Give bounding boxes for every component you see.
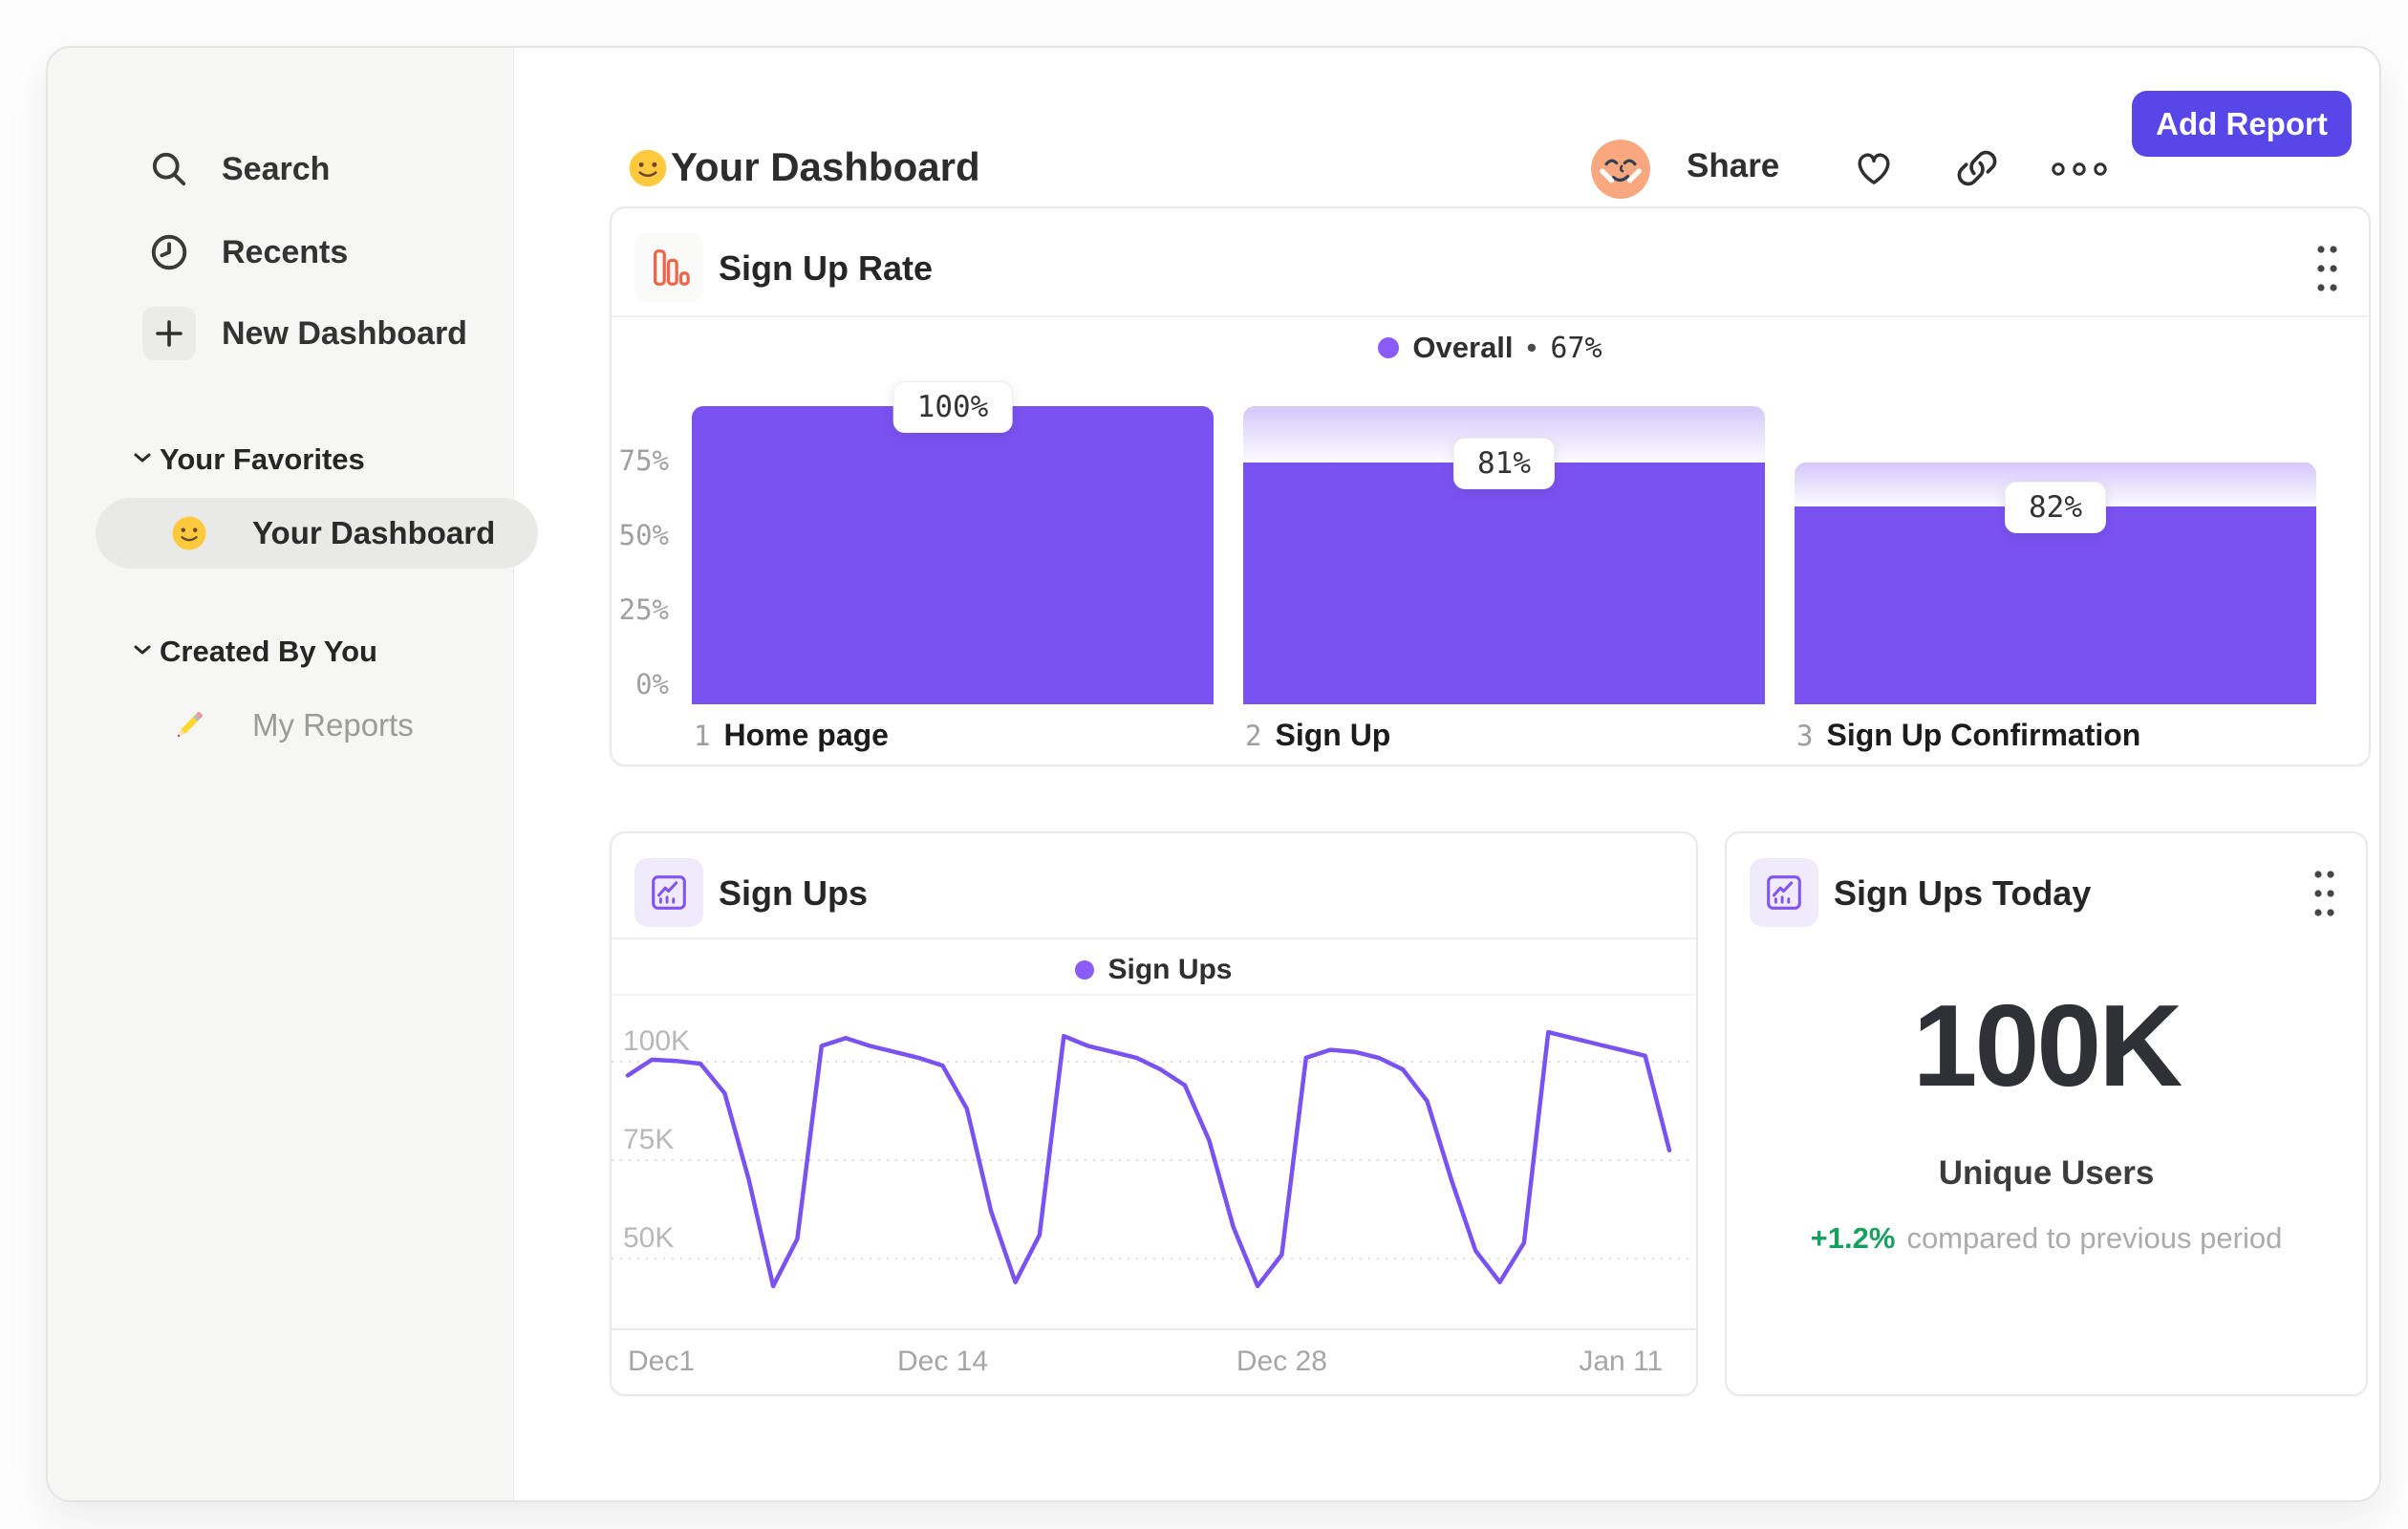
sidebar-item-label: Recents bbox=[222, 233, 349, 270]
sidebar-section-created-by-you[interactable]: Created By You bbox=[48, 625, 513, 678]
line-y-tick: 100K bbox=[623, 1025, 690, 1057]
sidebar: Search Recents New Dashboard Your Favori… bbox=[48, 48, 538, 1500]
favorite-heart-icon[interactable] bbox=[1849, 143, 1899, 198]
sidebar-section-your-favorites[interactable]: Your Favorites bbox=[48, 433, 513, 486]
more-options-icon[interactable] bbox=[2050, 157, 2109, 186]
funnel-bar-fill bbox=[1243, 463, 1765, 704]
x-axis-line bbox=[612, 1328, 1696, 1330]
sidebar-item-label: My Reports bbox=[252, 707, 414, 743]
metric-delta-row: +1.2% compared to previous period bbox=[1727, 1221, 2366, 1256]
funnel-bar[interactable] bbox=[692, 406, 1214, 704]
smiley-emoji-icon bbox=[627, 147, 669, 194]
sidebar-section-title: Created By You bbox=[160, 635, 377, 668]
line-x-tick: Dec1 bbox=[628, 1346, 696, 1377]
line-chart-icon bbox=[1750, 858, 1818, 927]
chevron-down-icon bbox=[132, 643, 153, 661]
funnel-bar-fill bbox=[692, 406, 1214, 704]
sidebar-item-search[interactable]: Search bbox=[48, 135, 513, 204]
sidebar-item-new-dashboard[interactable]: New Dashboard bbox=[48, 299, 513, 368]
funnel-step-name: Sign Up Confirmation bbox=[1826, 718, 2141, 752]
copy-link-icon[interactable] bbox=[1952, 143, 2002, 198]
drag-handle-icon[interactable] bbox=[2311, 866, 2337, 926]
line-chart-plot[interactable]: 100K 75K 50K bbox=[612, 996, 1692, 1330]
funnel-step-number: 3 bbox=[1796, 720, 1814, 752]
funnel-step-label: 1 Home page bbox=[694, 718, 889, 753]
sidebar-item-my-reports[interactable]: My Reports bbox=[96, 690, 538, 761]
metric-value: 100K bbox=[1912, 980, 2183, 1110]
funnel-value-label: 81% bbox=[1453, 438, 1555, 490]
search-icon bbox=[142, 142, 196, 196]
legend-dot bbox=[1075, 960, 1095, 980]
sidebar-item-label: Search bbox=[222, 150, 331, 187]
sidebar-item-recents[interactable]: Recents bbox=[48, 218, 513, 287]
sidebar-item-label: Your Dashboard bbox=[252, 515, 496, 550]
funnel-step-number: 1 bbox=[694, 720, 711, 752]
funnel-y-tick: 75% bbox=[618, 444, 669, 477]
line-chart-card: Sign Ups Sign Ups 100K 75K 50K Dec1 Dec 14 D… bbox=[610, 831, 1698, 1396]
line-y-tick: 50K bbox=[623, 1222, 674, 1254]
sidebar-item-label: New Dashboard bbox=[222, 314, 467, 352]
metric-label: Unique Users bbox=[1938, 1154, 2155, 1192]
funnel-step-label: 2 Sign Up bbox=[1245, 718, 1390, 753]
funnel-step-label: 3 Sign Up Confirmation bbox=[1796, 718, 2140, 753]
legend-label: Sign Ups bbox=[1107, 954, 1233, 985]
funnel-y-tick: 50% bbox=[618, 519, 669, 551]
page: Search Recents New Dashboard Your Favori… bbox=[0, 0, 2408, 1529]
sidebar-item-your-dashboard[interactable]: Your Dashboard bbox=[96, 498, 538, 569]
card-title: Sign Ups Today bbox=[1834, 873, 2092, 913]
funnel-plot: 75% 50% 25% 0% 100% 1 Home page 81% 2 Sign Up 82% 3… bbox=[612, 208, 2369, 764]
funnel-value-label: 82% bbox=[2005, 481, 2106, 533]
line-x-tick: Jan 11 bbox=[1579, 1346, 1664, 1377]
funnel-card: Sign Up Rate Overall • 67% 75% 50% 25% 0% 10… bbox=[610, 206, 2371, 766]
line-x-tick: Dec 14 bbox=[897, 1346, 989, 1377]
funnel-bar-fill bbox=[1795, 506, 2316, 704]
page-title: Your Dashboard bbox=[671, 144, 980, 189]
line-x-tick: Dec 28 bbox=[1236, 1346, 1327, 1377]
divider bbox=[612, 937, 1696, 939]
sidebar-section-title: Your Favorites bbox=[160, 442, 365, 476]
funnel-y-tick: 25% bbox=[618, 593, 669, 626]
user-avatar[interactable] bbox=[1590, 139, 1651, 205]
line-series[interactable] bbox=[625, 1029, 1672, 1289]
smiley-emoji-icon bbox=[170, 514, 208, 552]
main-content: Your Dashboard Share Add Report Sign Up … bbox=[513, 48, 2379, 1500]
card-title: Sign Ups bbox=[719, 873, 869, 913]
metric-card: Sign Ups Today 100K Unique Users +1.2% co… bbox=[1725, 831, 2368, 1396]
share-button[interactable]: Share bbox=[1687, 147, 1779, 185]
pencil-emoji-icon bbox=[170, 706, 208, 744]
add-report-button[interactable]: Add Report bbox=[2132, 91, 2352, 157]
funnel-step-name: Home page bbox=[723, 718, 889, 752]
metric-delta-note: compared to previous period bbox=[1906, 1221, 2283, 1255]
x-axis-labels: Dec1 Dec 14 Dec 28 Jan 11 bbox=[612, 1346, 1696, 1384]
app-window: Search Recents New Dashboard Your Favori… bbox=[46, 46, 2381, 1502]
chevron-down-icon bbox=[132, 451, 153, 469]
metric-delta: +1.2% bbox=[1810, 1221, 1896, 1255]
line-y-tick: 75K bbox=[623, 1124, 674, 1155]
funnel-step-name: Sign Up bbox=[1275, 718, 1391, 752]
line-legend[interactable]: Sign Ups bbox=[612, 954, 1696, 986]
funnel-y-tick: 0% bbox=[635, 668, 669, 700]
funnel-value-label: 100% bbox=[892, 381, 1013, 433]
funnel-step-number: 2 bbox=[1245, 720, 1262, 752]
clock-icon bbox=[142, 226, 196, 279]
plus-icon bbox=[142, 307, 196, 360]
line-chart-icon bbox=[634, 858, 703, 927]
